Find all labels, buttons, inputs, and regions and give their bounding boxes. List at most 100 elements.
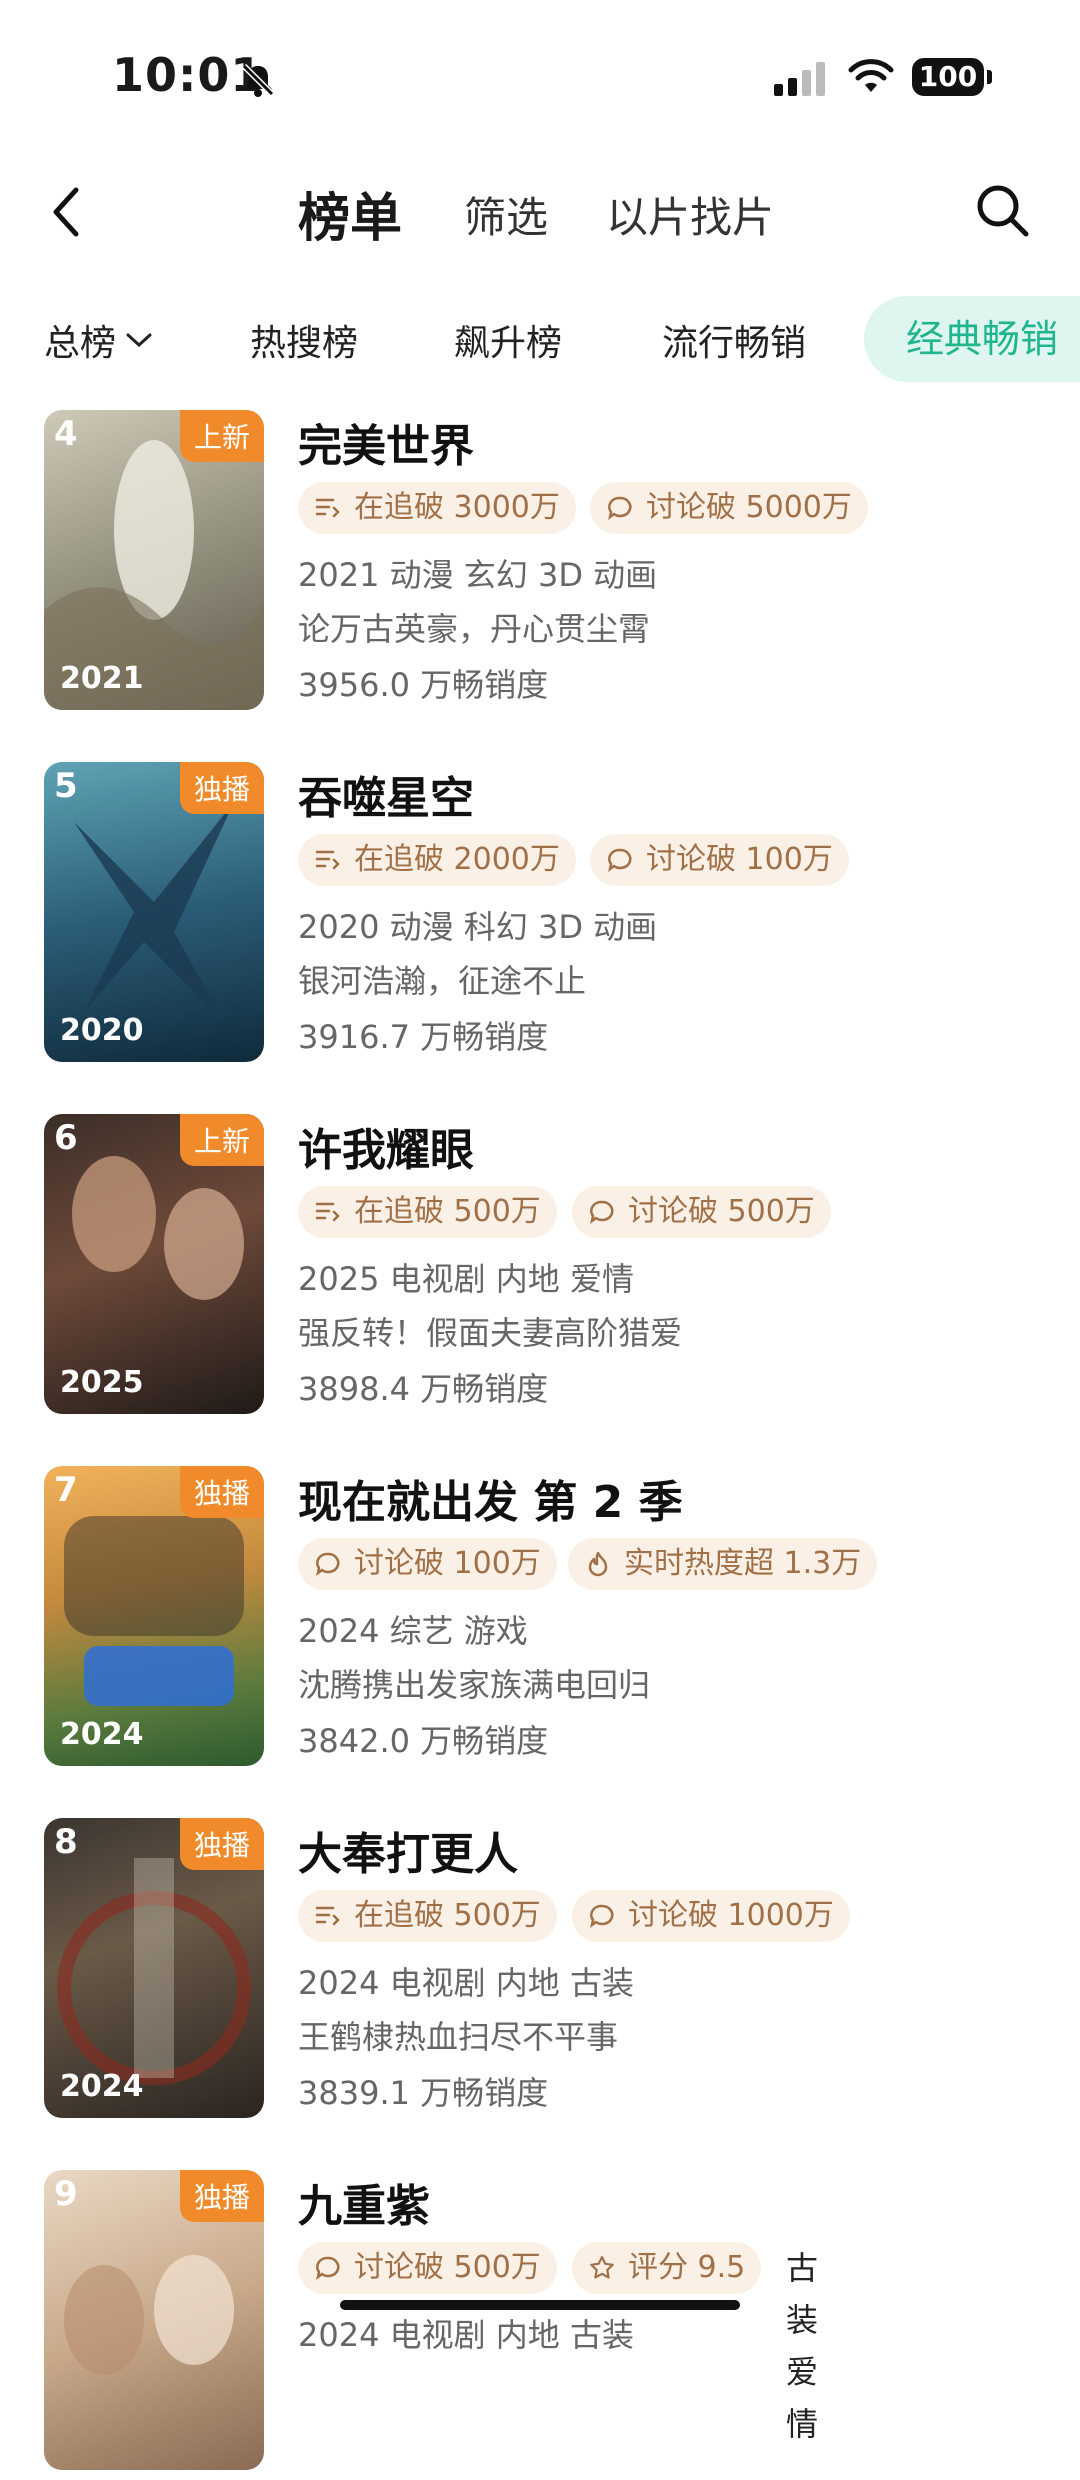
poster[interactable]: 7 独播 2024	[44, 1466, 264, 1766]
tab-hot-search[interactable]: 热搜榜	[250, 314, 358, 366]
nav-bar: 榜单 筛选 以片找片	[0, 160, 1080, 260]
item-meta: 2020 动漫 科幻 3D 动画	[298, 908, 658, 946]
item-meta: 2024 电视剧 内地 古装	[298, 2316, 634, 2354]
poster[interactable]: 5 独播 2020	[44, 762, 264, 1062]
realtime-heat-chip: 实时热度超 1.3万	[568, 1538, 878, 1590]
list-icon	[315, 498, 340, 518]
discussion-chip: 讨论破 100万	[298, 1538, 557, 1590]
tab-filter[interactable]: 筛选	[464, 184, 548, 245]
item-title: 吞噬星空	[298, 773, 474, 824]
comment-icon	[316, 2256, 340, 2280]
discussion-chip: 讨论破 1000万	[572, 1890, 850, 1942]
status-bar: 10:01 100	[0, 0, 1080, 150]
following-chip: 在追破 3000万	[298, 482, 576, 534]
item-description: 银河浩瀚，征途不止	[298, 962, 587, 1000]
exclusive-badge: 独播	[179, 1818, 264, 1870]
rank-number: 6	[54, 1118, 78, 1158]
item-description: 王鹤棣热血扫尽不平事	[298, 2018, 619, 2056]
rank-number: 5	[54, 766, 78, 806]
rating-text: 评分 9.5	[628, 2250, 746, 2285]
sales-score: 3956.0 万畅销度	[298, 666, 549, 704]
poster-year: 2024	[60, 1717, 144, 1752]
search-icon[interactable]	[972, 180, 1032, 240]
rank-number: 8	[54, 1822, 78, 1862]
discussion-text: 讨论破 100万	[354, 1546, 541, 1581]
item-meta: 2024 综艺 游戏	[298, 1612, 528, 1650]
poster[interactable]: 9 独播	[44, 2170, 264, 2470]
exclusive-badge: 独播	[179, 762, 264, 814]
wifi-icon	[848, 59, 894, 92]
item-description: 强反转！假面夫妻高阶猎爱	[298, 1314, 683, 1352]
sales-score: 3842.0 万畅销度	[298, 1722, 549, 1760]
following-chip: 在追破 2000万	[298, 834, 576, 886]
item-title: 现在就出发 第 2 季	[298, 1477, 683, 1528]
following-chip: 在追破 500万	[298, 1186, 557, 1238]
list-icon	[315, 1202, 340, 1222]
genre-tag: 古装爱情	[786, 2249, 819, 2443]
following-text: 在追破 500万	[354, 1898, 541, 1933]
list-item[interactable]: 5 独播 2020 吞噬星空 在追破 2000万 讨论破 100万 2020 动…	[0, 762, 1080, 1072]
rank-number: 9	[54, 2174, 78, 2214]
item-title: 九重紫	[298, 2181, 430, 2232]
item-title: 大奉打更人	[298, 1829, 518, 1880]
comment-icon	[316, 1552, 340, 1576]
tab-classic-sales[interactable]: 经典畅销	[864, 296, 1080, 382]
comment-icon	[608, 848, 632, 872]
discussion-text: 讨论破 500万	[628, 1194, 815, 1229]
tab-popular-sales[interactable]: 流行畅销	[662, 314, 806, 366]
list-item[interactable]: 7 独播 2024 现在就出发 第 2 季 讨论破 100万 实时热度超 1.3…	[0, 1466, 1080, 1776]
poster-year: 2025	[60, 1365, 144, 1400]
rank-number: 4	[54, 414, 78, 454]
category-tabs: 总榜 热搜榜 飙升榜 流行畅销 经典畅销	[0, 296, 1080, 386]
new-badge: 上新	[179, 1114, 264, 1166]
list-item[interactable]: 9 独播 九重紫 讨论破 500万 评分 9.5 古装爱情 2024 电视剧 内…	[0, 2170, 1080, 2480]
discussion-text: 讨论破 1000万	[628, 1898, 834, 1933]
sales-score: 3916.7 万畅销度	[298, 1018, 549, 1056]
discussion-chip: 讨论破 500万	[572, 1186, 831, 1238]
chevron-down-icon	[126, 333, 152, 348]
following-text: 在追破 500万	[354, 1194, 541, 1229]
sales-score: 3898.4 万畅销度	[298, 1370, 549, 1408]
tab-rising[interactable]: 飙升榜	[454, 314, 562, 366]
comment-icon	[590, 1200, 614, 1224]
list-item[interactable]: 8 独播 2024 大奉打更人 在追破 500万 讨论破 1000万 2024 …	[0, 1818, 1080, 2128]
tab-find-by-film[interactable]: 以片找片	[606, 184, 774, 245]
list-item[interactable]: 6 上新 2025 许我耀眼 在追破 500万 讨论破 500万 2025 电视…	[0, 1114, 1080, 1424]
back-arrow-icon[interactable]	[46, 182, 86, 242]
flame-icon	[588, 1551, 608, 1577]
comment-icon	[608, 496, 632, 520]
new-badge: 上新	[179, 410, 264, 462]
home-indicator[interactable]	[340, 2300, 740, 2310]
rank-number: 7	[54, 1470, 78, 1510]
star-icon	[590, 2255, 614, 2279]
poster[interactable]: 4 上新 2021	[44, 410, 264, 710]
discussion-text: 讨论破 100万	[646, 842, 833, 877]
poster-year: 2024	[60, 2069, 144, 2104]
list-icon	[315, 850, 340, 870]
list-item[interactable]: 4 上新 2021 完美世界 在追破 3000万 讨论破 5000万 2021 …	[0, 410, 1080, 720]
following-text: 在追破 3000万	[354, 490, 560, 525]
battery-indicator: 100	[912, 58, 992, 96]
tab-all-rank[interactable]: 总榜	[44, 314, 154, 366]
poster-year: 2020	[60, 1013, 144, 1048]
item-title: 许我耀眼	[298, 1125, 474, 1176]
following-chip: 在追破 500万	[298, 1890, 557, 1942]
item-meta: 2025 电视剧 内地 爱情	[298, 1260, 634, 1298]
discussion-chip: 讨论破 5000万	[590, 482, 868, 534]
tab-ranking[interactable]: 榜单	[298, 176, 402, 251]
item-description: 沈腾携出发家族满电回归	[298, 1666, 651, 1704]
poster[interactable]: 8 独播 2024	[44, 1818, 264, 2118]
poster-year: 2021	[60, 661, 144, 696]
list-icon	[315, 1906, 340, 1926]
exclusive-badge: 独播	[179, 1466, 264, 1518]
discussion-text: 讨论破 5000万	[646, 490, 852, 525]
rating-chip: 评分 9.5	[572, 2242, 762, 2294]
poster[interactable]: 6 上新 2025	[44, 1114, 264, 1414]
realtime-heat-text: 实时热度超 1.3万	[624, 1546, 862, 1581]
item-meta: 2021 动漫 玄幻 3D 动画	[298, 556, 658, 594]
signal-icon	[774, 62, 825, 96]
sales-score: 3839.1 万畅销度	[298, 2074, 549, 2112]
discussion-chip: 讨论破 100万	[590, 834, 849, 886]
discussion-chip: 讨论破 500万	[298, 2242, 557, 2294]
tab-all-label: 总榜	[44, 323, 117, 364]
